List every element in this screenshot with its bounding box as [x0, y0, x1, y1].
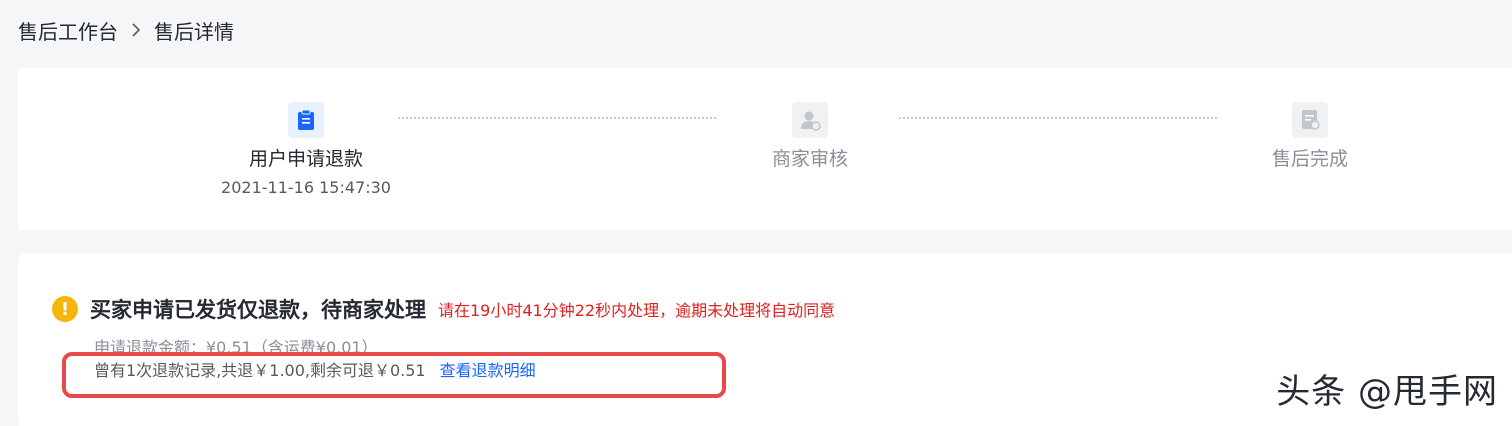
step-user-apply: 用户申请退款 2021-11-16 15:47:30 — [176, 102, 436, 198]
highlight-annotation-box — [62, 352, 726, 398]
warning-icon: ! — [52, 296, 78, 322]
clipboard-icon — [288, 102, 324, 138]
breadcrumb-parent-link[interactable]: 售后工作台 — [18, 16, 118, 45]
step-time: 2021-11-16 15:47:30 — [221, 178, 391, 197]
progress-card: 用户申请退款 2021-11-16 15:47:30 商家审核 售后完成 — [18, 68, 1512, 230]
watermark: 头条 @甩手网 — [1276, 372, 1498, 412]
breadcrumb: 售后工作台 售后详情 — [18, 16, 234, 44]
document-check-icon — [1292, 102, 1328, 138]
step-title: 商家审核 — [771, 148, 848, 170]
step-connector — [398, 117, 716, 119]
status-header: ! 买家申请已发货仅退款，待商家处理 请在19小时41分钟22秒内处理，逾期未处… — [52, 294, 835, 324]
step-merchant-review: 商家审核 — [680, 102, 940, 172]
user-review-icon — [792, 102, 828, 138]
status-title: 买家申请已发货仅退款，待商家处理 — [90, 298, 426, 322]
chevron-right-icon — [130, 22, 142, 38]
step-connector — [899, 117, 1217, 119]
step-complete: 售后完成 — [1180, 102, 1440, 172]
step-title: 用户申请退款 — [248, 148, 363, 170]
step-title: 售后完成 — [1271, 148, 1348, 170]
breadcrumb-current: 售后详情 — [154, 19, 234, 44]
status-deadline: 请在19小时41分钟22秒内处理，逾期未处理将自动同意 — [438, 301, 836, 320]
